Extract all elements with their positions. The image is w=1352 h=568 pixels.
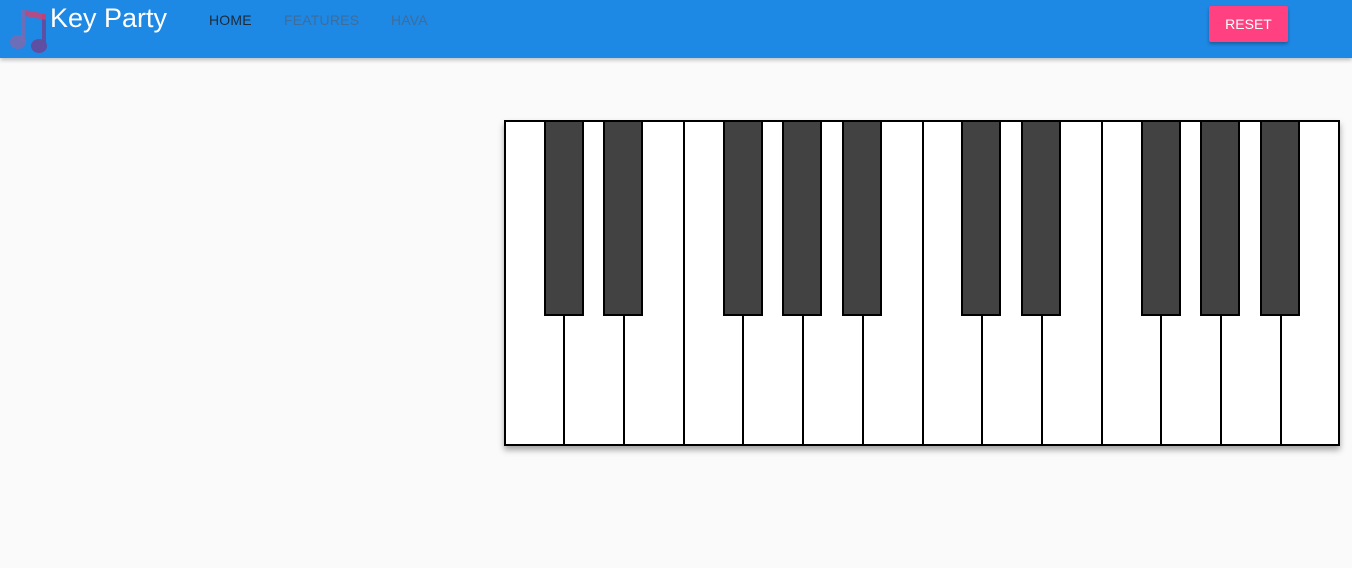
black-key[interactable] bbox=[961, 120, 1001, 316]
black-key[interactable] bbox=[782, 120, 822, 316]
black-key[interactable] bbox=[723, 120, 763, 316]
reset-button[interactable]: RESET bbox=[1209, 6, 1288, 42]
nav-hava-link[interactable]: HAVA bbox=[391, 12, 428, 28]
top-app-bar: Key Party HOME FEATURES HAVA RESET bbox=[0, 0, 1352, 58]
app-title: Key Party bbox=[50, 3, 168, 33]
black-key[interactable] bbox=[603, 120, 643, 316]
nav-features-link[interactable]: FEATURES bbox=[284, 12, 359, 28]
black-key[interactable] bbox=[842, 120, 882, 316]
black-key[interactable] bbox=[1260, 120, 1300, 316]
black-key[interactable] bbox=[1200, 120, 1240, 316]
music-notes-icon bbox=[10, 10, 47, 53]
black-key[interactable] bbox=[1021, 120, 1061, 316]
black-key[interactable] bbox=[1141, 120, 1181, 316]
black-key[interactable] bbox=[544, 120, 584, 316]
piano-keyboard bbox=[504, 120, 1340, 446]
nav-home-link[interactable]: HOME bbox=[209, 12, 252, 28]
